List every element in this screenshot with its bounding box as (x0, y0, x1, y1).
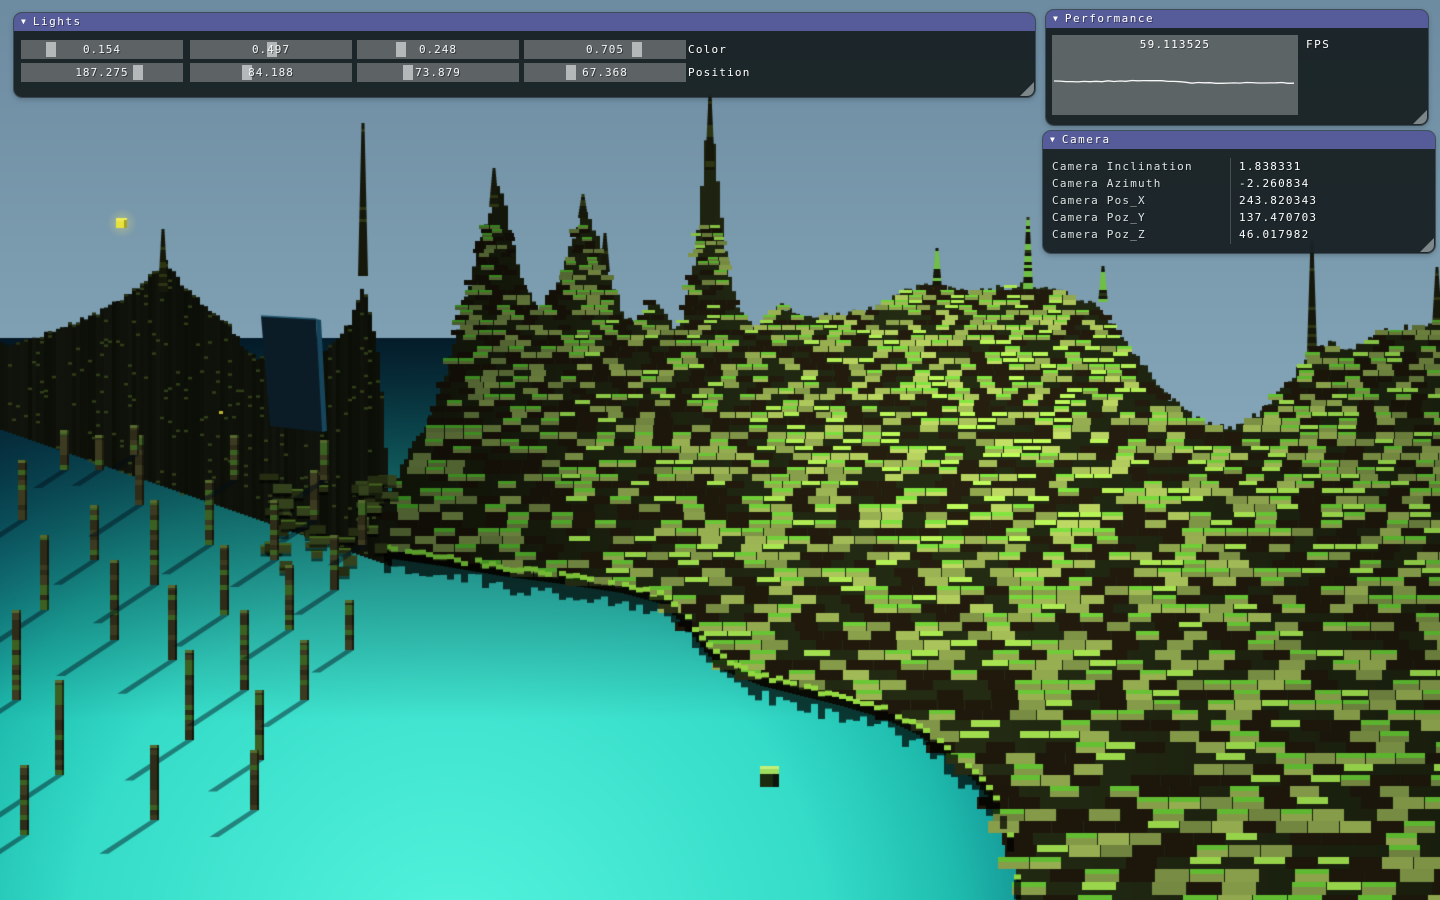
collapse-icon[interactable]: ▼ (1053, 10, 1058, 28)
camera-row: Camera Pos_X 243.820343 (1052, 192, 1429, 209)
fps-label: FPS (1306, 38, 1330, 51)
resize-handle[interactable] (1413, 110, 1427, 124)
camera-row: Camera Azimuth -2.260834 (1052, 175, 1429, 192)
slider-value: 0.497 (190, 40, 352, 59)
camera-row-value[interactable]: -2.260834 (1230, 175, 1309, 192)
color-row-label: Color (688, 40, 727, 59)
slider-value: 0.154 (21, 40, 183, 59)
resize-handle[interactable] (1020, 82, 1034, 96)
camera-row-label: Camera Poz_Z (1052, 226, 1230, 243)
slider-value: 84.188 (190, 63, 352, 82)
performance-panel: ▼ Performance 59.113525 FPS (1046, 10, 1428, 125)
light-color-slider-1[interactable]: 0.154 (21, 40, 183, 59)
camera-panel: ▼ Camera Camera Inclination 1.838331 Cam… (1043, 131, 1435, 253)
camera-row-value[interactable]: 46.017982 (1230, 226, 1309, 243)
camera-row-value[interactable]: 137.470703 (1230, 209, 1317, 226)
camera-row-label: Camera Poz_Y (1052, 209, 1230, 226)
panel-title: Camera (1062, 131, 1111, 149)
camera-row-label: Camera Inclination (1052, 158, 1230, 175)
light-color-slider-2[interactable]: 0.497 (190, 40, 352, 59)
lights-panel: ▼ Lights 0.154 0.497 0.248 0.705 18 (14, 13, 1035, 97)
position-row-label: Position (688, 63, 751, 82)
collapse-icon[interactable]: ▼ (21, 13, 26, 31)
panel-title: Performance (1065, 10, 1154, 28)
light-color-slider-3[interactable]: 0.248 (357, 40, 519, 59)
camera-readouts: Camera Inclination 1.838331 Camera Azimu… (1052, 158, 1429, 243)
slider-value: 0.705 (524, 40, 686, 59)
light-position-slider-2[interactable]: 84.188 (190, 63, 352, 82)
slider-value: 187.275 (21, 63, 183, 82)
camera-row: Camera Poz_Z 46.017982 (1052, 226, 1429, 243)
camera-row-label: Camera Pos_X (1052, 192, 1230, 209)
lights-panel-header[interactable]: ▼ Lights (14, 13, 1035, 31)
camera-row-value[interactable]: 243.820343 (1230, 192, 1317, 209)
light-position-slider-3[interactable]: 73.879 (357, 63, 519, 82)
panel-title: Lights (33, 13, 82, 31)
camera-panel-header[interactable]: ▼ Camera (1043, 131, 1435, 149)
light-position-slider-4[interactable]: 67.368 (524, 63, 686, 82)
camera-row: Camera Inclination 1.838331 (1052, 158, 1429, 175)
column-divider (1230, 158, 1231, 244)
slider-value: 67.368 (524, 63, 686, 82)
fps-graph[interactable]: 59.113525 (1052, 35, 1298, 115)
fps-value: 59.113525 (1052, 38, 1298, 51)
camera-row: Camera Poz_Y 137.470703 (1052, 209, 1429, 226)
camera-row-label: Camera Azimuth (1052, 175, 1230, 192)
app-window: ▼ Lights 0.154 0.497 0.248 0.705 18 (0, 0, 1440, 900)
light-position-slider-1[interactable]: 187.275 (21, 63, 183, 82)
resize-handle[interactable] (1420, 238, 1434, 252)
camera-row-value[interactable]: 1.838331 (1230, 158, 1302, 175)
slider-value: 0.248 (357, 40, 519, 59)
performance-panel-header[interactable]: ▼ Performance (1046, 10, 1428, 28)
light-color-slider-4[interactable]: 0.705 (524, 40, 686, 59)
slider-value: 73.879 (357, 63, 519, 82)
collapse-icon[interactable]: ▼ (1050, 131, 1055, 149)
